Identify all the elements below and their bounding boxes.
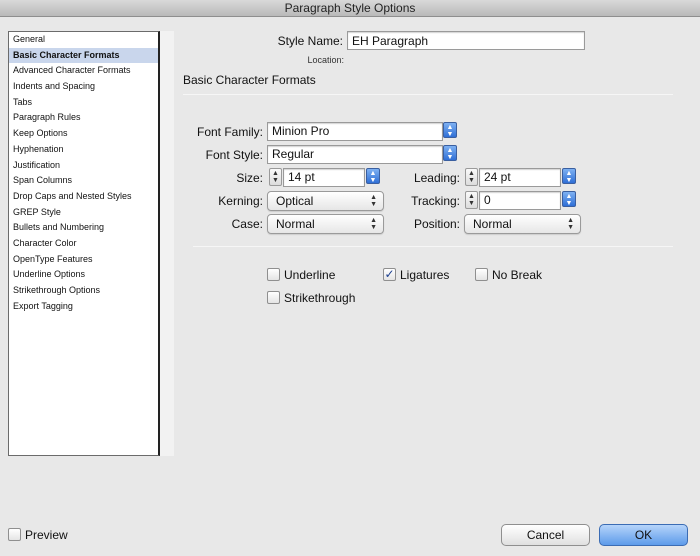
underline-label: Underline (284, 268, 336, 282)
tracking-combo[interactable]: 0 (479, 191, 561, 210)
font-style-dropdown-icon[interactable]: ▲ ▼ (443, 145, 457, 161)
section-title: Basic Character Formats (183, 73, 316, 87)
font-family-combo[interactable]: Minion Pro (267, 122, 443, 141)
ligatures-checkbox[interactable]: ✓ (383, 268, 396, 281)
strikethrough-label: Strikethrough (284, 291, 356, 305)
font-style-label: Font Style: (205, 148, 263, 162)
position-value: Normal (473, 217, 512, 231)
ok-button[interactable]: OK (599, 524, 688, 546)
font-style-value: Regular (272, 147, 315, 161)
sidebar-item[interactable]: General (9, 32, 158, 48)
sidebar-item[interactable]: Indents and Spacing (9, 79, 158, 95)
sidebar-item[interactable]: Tabs (9, 95, 158, 111)
font-family-value: Minion Pro (272, 124, 330, 138)
case-popup[interactable]: Normal ▲ ▼ (267, 214, 384, 234)
font-family-dropdown-icon[interactable]: ▲ ▼ (443, 122, 457, 138)
font-style-combo[interactable]: Regular (267, 145, 443, 164)
case-value: Normal (276, 217, 315, 231)
category-list-scroll-track (160, 31, 174, 456)
leading-label: Leading: (413, 171, 460, 185)
sidebar-item[interactable]: Basic Character Formats (9, 47, 158, 64)
kerning-popup[interactable]: Optical ▲ ▼ (267, 191, 384, 211)
ligatures-label: Ligatures (400, 268, 450, 282)
sidebar-item[interactable]: Export Tagging (9, 299, 158, 315)
section-divider (183, 94, 673, 95)
font-family-label: Font Family: (196, 125, 263, 139)
sidebar-item[interactable]: Strikethrough Options (9, 283, 158, 299)
options-divider (193, 246, 673, 247)
style-name-input[interactable] (347, 31, 585, 50)
category-list[interactable]: General Basic Character Formats Advanced C… (8, 31, 160, 456)
size-label: Size: (236, 171, 263, 185)
kerning-value: Optical (276, 194, 314, 208)
tracking-stepper-icon[interactable]: ▲ ▼ (465, 191, 478, 209)
tracking-label: Tracking: (411, 194, 460, 208)
size-combo[interactable]: 14 pt (283, 168, 365, 187)
sidebar-item[interactable]: Drop Caps and Nested Styles (9, 189, 158, 205)
position-chevron-icon: ▲ ▼ (567, 217, 574, 231)
leading-dropdown-icon[interactable]: ▲ ▼ (562, 168, 576, 184)
sidebar-item[interactable]: Underline Options (9, 267, 158, 283)
sidebar-item[interactable]: Keep Options (9, 126, 158, 142)
leading-stepper-icon[interactable]: ▲ ▼ (465, 168, 478, 186)
sidebar-item[interactable]: Span Columns (9, 173, 158, 189)
kerning-chevron-icon: ▲ ▼ (370, 194, 377, 208)
no-break-label: No Break (492, 268, 543, 282)
location-label: Location: (307, 55, 344, 65)
case-chevron-icon: ▲ ▼ (370, 217, 377, 231)
tracking-dropdown-icon[interactable]: ▲ ▼ (562, 191, 576, 207)
kerning-label: Kerning: (218, 194, 263, 208)
window-title: Paragraph Style Options (284, 1, 416, 15)
tracking-value: 0 (484, 193, 491, 207)
checkmark-icon: ✓ (384, 267, 395, 281)
size-stepper-icon[interactable]: ▲ ▼ (269, 168, 282, 186)
cancel-button[interactable]: Cancel (501, 524, 590, 546)
no-break-checkbox[interactable] (475, 268, 488, 281)
sidebar-item[interactable]: Character Color (9, 236, 158, 252)
position-popup[interactable]: Normal ▲ ▼ (464, 214, 581, 234)
sidebar-item[interactable]: Paragraph Rules (9, 110, 158, 126)
sidebar-item[interactable]: Justification (9, 158, 158, 174)
size-value: 14 pt (288, 170, 315, 184)
preview-label: Preview (25, 528, 68, 542)
sidebar-item[interactable]: Hyphenation (9, 142, 158, 158)
strikethrough-checkbox[interactable] (267, 291, 280, 304)
sidebar-item[interactable]: GREP Style (9, 205, 158, 221)
preview-checkbox[interactable] (8, 528, 21, 541)
window-title-bar[interactable]: Paragraph Style Options (0, 0, 700, 17)
position-label: Position: (413, 217, 460, 231)
leading-combo[interactable]: 24 pt (479, 168, 561, 187)
sidebar-item[interactable]: OpenType Features (9, 252, 158, 268)
underline-checkbox[interactable] (267, 268, 280, 281)
case-label: Case: (231, 217, 263, 231)
size-dropdown-icon[interactable]: ▲ ▼ (366, 168, 380, 184)
sidebar-item[interactable]: Advanced Character Formats (9, 63, 158, 79)
leading-value: 24 pt (484, 170, 511, 184)
sidebar-item[interactable]: Bullets and Numbering (9, 220, 158, 236)
style-name-label: Style Name: (277, 34, 343, 48)
